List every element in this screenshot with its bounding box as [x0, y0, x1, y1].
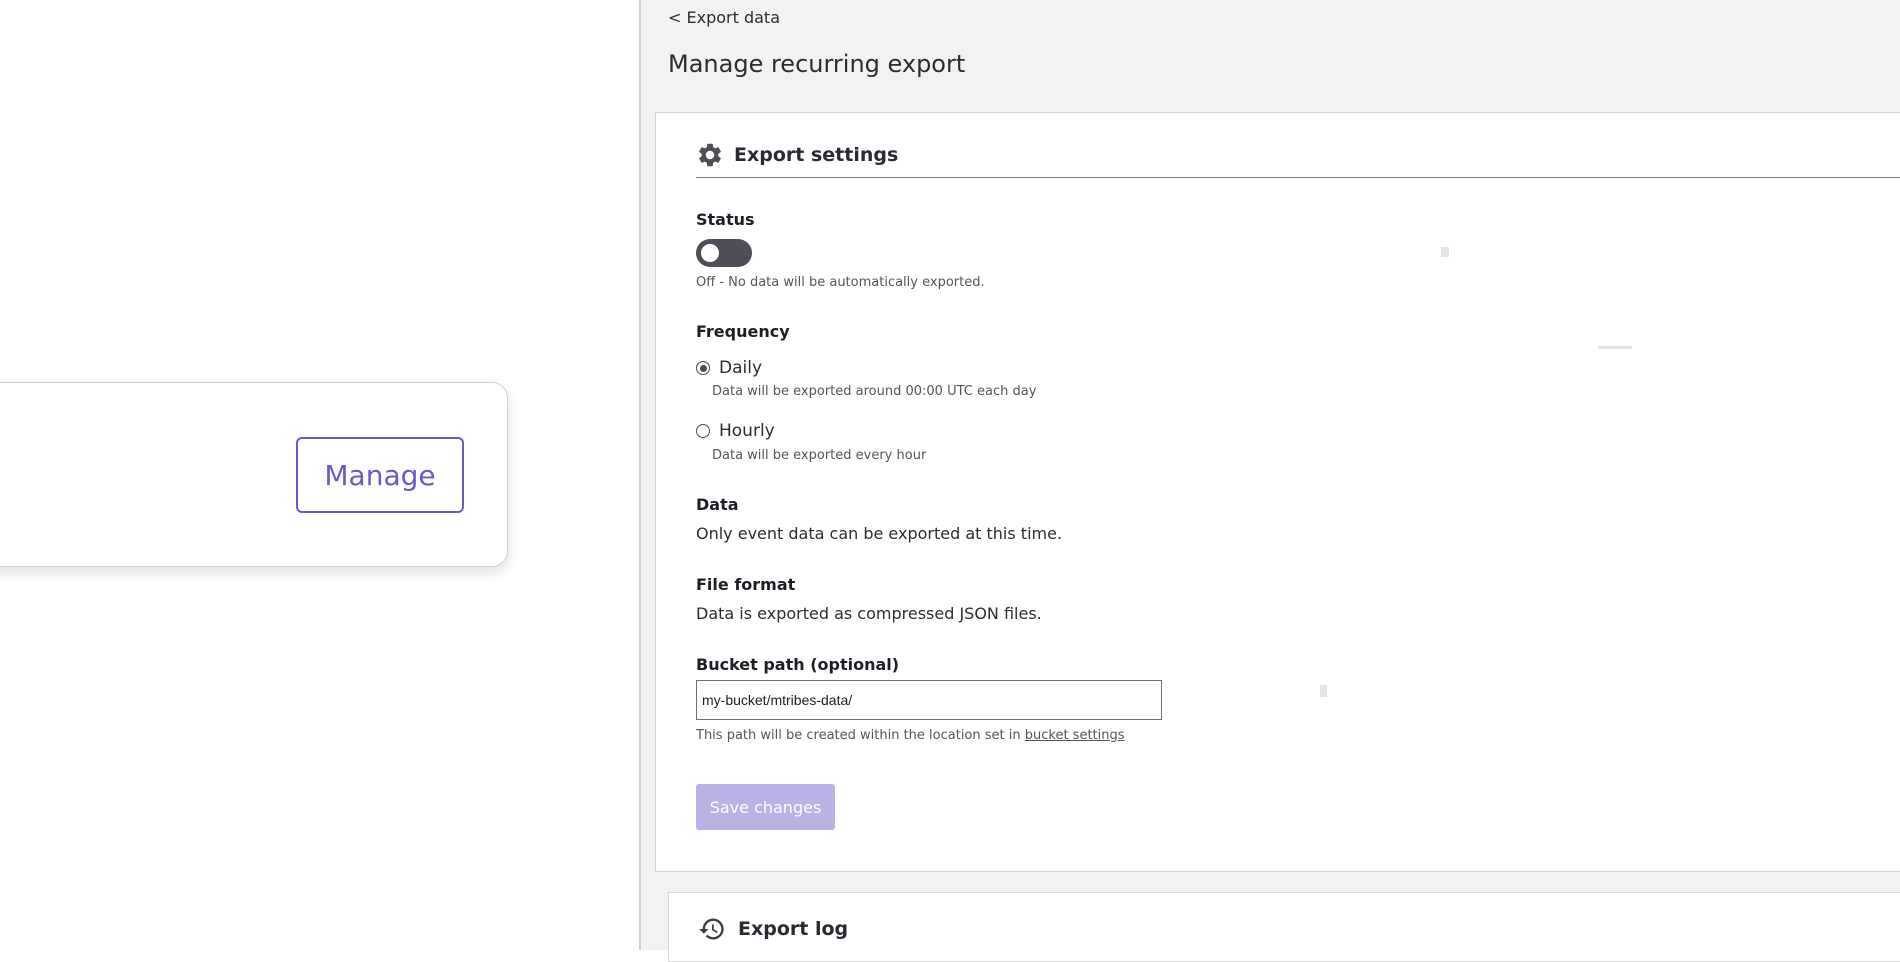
daily-hint: Data will be exported around 00:00 UTC e…: [712, 384, 1037, 399]
bucket-path-hint-text: This path will be created within the loc…: [696, 728, 1025, 743]
section-divider: [696, 177, 1900, 178]
gear-icon: [696, 141, 724, 169]
export-log-title: Export log: [738, 918, 849, 940]
rendering-artifact: [1320, 685, 1327, 697]
page-title: Manage recurring export: [668, 50, 966, 78]
frequency-label: Frequency: [696, 322, 790, 341]
data-label: Data: [696, 495, 739, 514]
status-toggle[interactable]: [696, 239, 752, 267]
back-to-export-data-link[interactable]: < Export data: [668, 8, 780, 27]
hourly-radio[interactable]: [696, 424, 710, 438]
data-text: Only event data can be exported at this …: [696, 524, 1063, 543]
left-pane: Manage: [0, 0, 640, 950]
file-format-label: File format: [696, 575, 796, 594]
rendering-artifact: [1441, 247, 1449, 257]
status-description: Off - No data will be automatically expo…: [696, 275, 985, 290]
file-format-text: Data is exported as compressed JSON file…: [696, 604, 1042, 623]
export-settings-card: Export settings Status Off - No data wil…: [655, 112, 1900, 872]
bucket-settings-link[interactable]: bucket settings: [1025, 728, 1125, 743]
radio-selected-dot: [699, 364, 707, 372]
daily-radio[interactable]: [696, 361, 710, 375]
export-settings-header: Export settings: [696, 133, 898, 177]
history-icon: [698, 915, 726, 943]
hourly-label: Hourly: [719, 421, 775, 441]
export-log-header: Export log: [698, 915, 848, 943]
toggle-knob: [701, 244, 719, 262]
bucket-path-hint: This path will be created within the loc…: [696, 728, 1125, 743]
export-log-card: Export log: [668, 892, 1900, 962]
frequency-option-daily[interactable]: Daily: [696, 358, 762, 378]
daily-label: Daily: [719, 358, 763, 378]
export-settings-title: Export settings: [734, 144, 899, 166]
export-card: Manage: [0, 382, 508, 567]
status-label: Status: [696, 210, 755, 229]
save-changes-button[interactable]: Save changes: [696, 784, 835, 830]
frequency-option-hourly[interactable]: Hourly: [696, 421, 775, 441]
rendering-artifact: [1598, 346, 1632, 349]
manage-export-panel: < Export data Manage recurring export Ex…: [641, 0, 1900, 962]
bucket-path-label: Bucket path (optional): [696, 655, 900, 674]
bucket-path-input[interactable]: [696, 680, 1162, 720]
hourly-hint: Data will be exported every hour: [712, 448, 927, 463]
manage-button[interactable]: Manage: [296, 437, 464, 513]
